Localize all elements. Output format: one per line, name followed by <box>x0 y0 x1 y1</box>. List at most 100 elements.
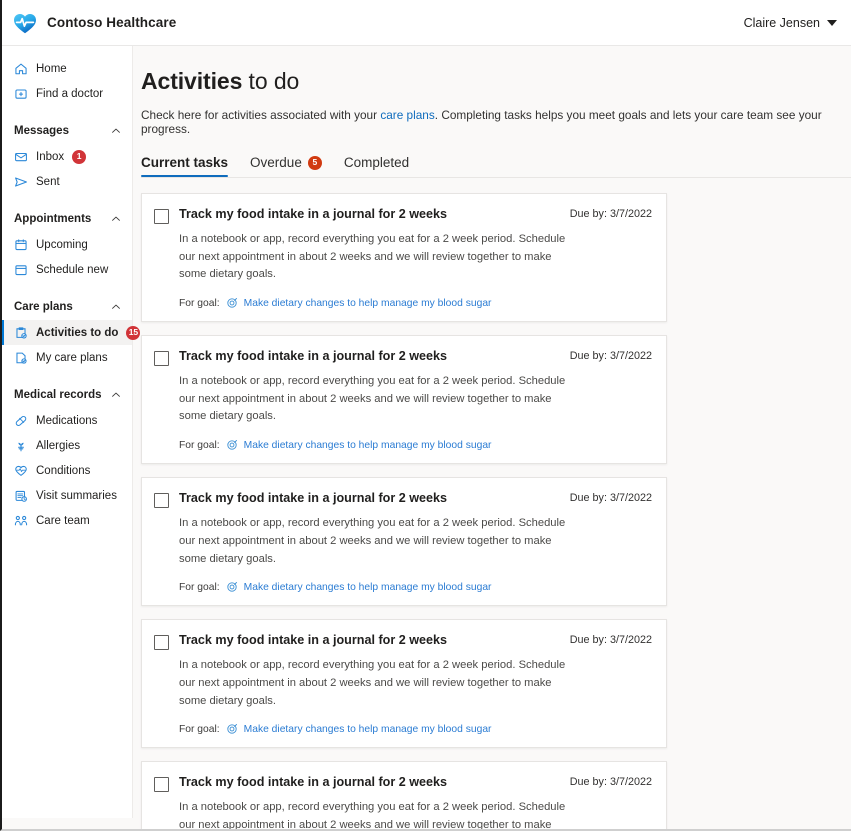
task-description: In a notebook or app, record everything … <box>179 233 566 281</box>
subtitle-before: Check here for activities associated wit… <box>141 108 381 122</box>
tabs: Current tasks Overdue 5 Completed <box>141 155 851 177</box>
task-card[interactable]: Track my food intake in a journal for 2 … <box>141 477 667 607</box>
calendar-add-icon <box>14 263 28 277</box>
task-card-header: Track my food intake in a journal for 2 … <box>154 349 652 367</box>
task-goal-label: For goal: <box>179 297 220 309</box>
chevron-up-icon <box>110 213 122 225</box>
sidebar-item-label: Medications <box>36 414 98 427</box>
page-title: Activities to do <box>141 68 851 95</box>
document-heart-icon <box>14 351 28 365</box>
task-card[interactable]: Track my food intake in a journal for 2 … <box>141 335 667 465</box>
task-checkbox[interactable] <box>154 493 169 509</box>
task-card-header: Track my food intake in a journal for 2 … <box>154 207 652 224</box>
sidebar-item-activities-to-do[interactable]: Activities to do 15 <box>2 320 141 345</box>
sidebar-item-inbox[interactable]: Inbox 1 <box>2 144 132 169</box>
sidebar-item-care-team[interactable]: Care team <box>2 508 132 533</box>
task-goal: For goal: Make dietary changes to help m… <box>179 439 652 451</box>
task-goal-link[interactable]: Make dietary changes to help manage my b… <box>244 582 492 593</box>
target-icon <box>226 439 238 451</box>
sidebar-section-label: Medical records <box>14 389 102 401</box>
sidebar-section-medical-records[interactable]: Medical records <box>2 382 132 408</box>
task-due-date: Due by: 3/7/2022 <box>569 492 652 505</box>
task-title: Track my food intake in a journal for 2 … <box>179 775 448 790</box>
task-goal: For goal: Make dietary changes to help m… <box>179 581 652 593</box>
sidebar-item-schedule-new[interactable]: Schedule new <box>2 257 132 282</box>
task-checkbox[interactable] <box>154 777 169 793</box>
sidebar-section-label: Messages <box>14 125 69 137</box>
brand[interactable]: Contoso Healthcare <box>12 11 176 35</box>
task-due-date: Due by: 3/7/2022 <box>569 634 652 647</box>
sidebar-item-label: Visit summaries <box>36 489 117 502</box>
task-goal: For goal: Make dietary changes to help m… <box>179 723 652 735</box>
task-title: Track my food intake in a journal for 2 … <box>179 349 448 364</box>
tab-overdue[interactable]: Overdue 5 <box>250 155 322 177</box>
send-icon <box>14 175 28 189</box>
task-goal-label: For goal: <box>179 723 220 735</box>
tab-current-tasks[interactable]: Current tasks <box>141 155 229 177</box>
task-card-header: Track my food intake in a journal for 2 … <box>154 775 652 793</box>
body: Home Find a doctor Messages Inbox 1 Sent… <box>2 46 851 829</box>
task-description: In a notebook or app, record everything … <box>179 801 566 829</box>
main-content: Activities to do Check here for activiti… <box>133 46 851 829</box>
sidebar-item-label: My care plans <box>36 351 108 364</box>
home-icon <box>14 62 28 76</box>
task-checkbox[interactable] <box>154 635 169 651</box>
sidebar-section-messages[interactable]: Messages <box>2 118 132 144</box>
task-card-header: Track my food intake in a journal for 2 … <box>154 491 652 509</box>
sidebar-item-visit-summaries[interactable]: Visit summaries <box>2 483 132 508</box>
task-card[interactable]: Track my food intake in a journal for 2 … <box>141 193 667 323</box>
task-checkbox[interactable] <box>154 351 169 367</box>
task-checkbox[interactable] <box>154 209 169 224</box>
sidebar-item-sent[interactable]: Sent <box>2 169 132 194</box>
sidebar-item-upcoming[interactable]: Upcoming <box>2 232 132 257</box>
task-description: In a notebook or app, record everything … <box>179 659 566 707</box>
sidebar-item-allergies[interactable]: Allergies <box>2 433 132 458</box>
sidebar-item-label: Find a doctor <box>36 87 104 100</box>
chevron-up-icon <box>110 301 122 313</box>
pill-icon <box>14 414 28 428</box>
sidebar-item-label: Conditions <box>36 464 91 477</box>
main-inner: Activities to do Check here for activiti… <box>133 68 851 829</box>
sidebar-item-conditions[interactable]: Conditions <box>2 458 132 483</box>
task-goal-link[interactable]: Make dietary changes to help manage my b… <box>244 298 492 309</box>
task-description: In a notebook or app, record everything … <box>179 375 566 423</box>
task-due-date: Due by: 3/7/2022 <box>569 776 652 789</box>
tab-label: Overdue <box>250 155 302 170</box>
sidebar-item-label: Care team <box>36 514 90 527</box>
task-title: Track my food intake in a journal for 2 … <box>179 633 448 648</box>
clipboard-task-icon <box>14 326 28 340</box>
tab-label: Current tasks <box>141 155 229 170</box>
page-subtitle: Check here for activities associated wit… <box>141 108 851 136</box>
target-icon <box>226 297 238 309</box>
task-due-date: Due by: 3/7/2022 <box>569 350 652 363</box>
task-card[interactable]: Track my food intake in a journal for 2 … <box>141 761 667 829</box>
sidebar-section-label: Care plans <box>14 301 73 313</box>
user-name: Claire Jensen <box>743 15 820 30</box>
page-title-light: to do <box>242 68 300 94</box>
top-bar: Contoso Healthcare Claire Jensen <box>2 0 851 46</box>
task-title: Track my food intake in a journal for 2 … <box>179 207 448 221</box>
sidebar-section-appointments[interactable]: Appointments <box>2 206 132 232</box>
task-goal-link[interactable]: Make dietary changes to help manage my b… <box>244 440 492 451</box>
sidebar-item-badge: 1 <box>72 149 87 164</box>
sidebar: Home Find a doctor Messages Inbox 1 Sent… <box>2 46 141 818</box>
task-goal: For goal: Make dietary changes to help m… <box>179 297 652 309</box>
care-plans-link[interactable]: care plans <box>380 108 434 122</box>
sidebar-section-care-plans[interactable]: Care plans <box>2 294 132 320</box>
sidebar-item-my-care-plans[interactable]: My care plans <box>2 345 132 370</box>
sidebar-section-label: Appointments <box>14 213 92 225</box>
sidebar-item-medications[interactable]: Medications <box>2 408 132 433</box>
user-menu[interactable]: Claire Jensen <box>744 16 837 30</box>
target-icon <box>226 581 238 593</box>
task-goal-label: For goal: <box>179 439 220 451</box>
heart-conditions-icon <box>14 464 28 478</box>
sidebar-item-label: Activities to do <box>36 326 119 339</box>
task-goal-link[interactable]: Make dietary changes to help manage my b… <box>244 724 492 735</box>
sidebar-item-label: Allergies <box>36 439 81 452</box>
sidebar-item-find-a-doctor[interactable]: Find a doctor <box>2 81 132 106</box>
chevron-up-icon <box>110 125 122 137</box>
calendar-icon <box>14 238 28 252</box>
task-card[interactable]: Track my food intake in a journal for 2 … <box>141 619 667 749</box>
sidebar-item-home[interactable]: Home <box>2 56 132 81</box>
tab-completed[interactable]: Completed <box>344 155 409 177</box>
